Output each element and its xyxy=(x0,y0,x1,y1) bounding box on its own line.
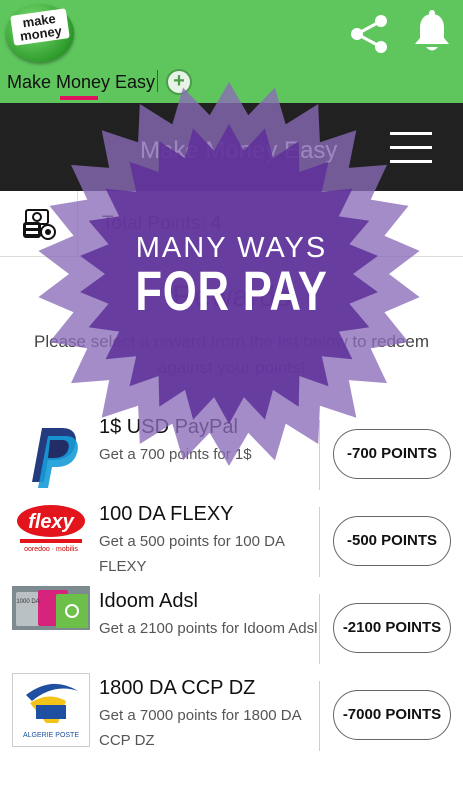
reward-title: 1800 DA CCP DZ xyxy=(99,677,256,699)
redeem-700-points-button[interactable]: -700 POINTS xyxy=(333,429,451,479)
tab-separator xyxy=(157,70,158,92)
app-bar-title: Make Money Easy xyxy=(140,137,338,164)
logo-text: make money xyxy=(10,8,70,46)
reward-item-paypal[interactable]: 1$ USD PayPal Get a 700 points for 1$ -7… xyxy=(0,412,463,498)
top-bar: make money Make Money Easy + xyxy=(0,0,463,103)
total-points-value: 4 xyxy=(210,213,222,234)
tab-indicator xyxy=(60,96,98,100)
reward-subtitle: Get a 2100 points for Idoom Adsl xyxy=(99,620,318,637)
promo-line-2: FOR PAY xyxy=(135,259,328,322)
redeem-2100-points-button[interactable]: -2100 POINTS xyxy=(333,603,451,653)
svg-text:flexy: flexy xyxy=(28,511,74,533)
app-logo: make money xyxy=(6,4,74,62)
reward-title: Idoom Adsl xyxy=(99,590,198,612)
tab-make-money-easy[interactable]: Make Money Easy xyxy=(7,72,155,93)
svg-text:ALGERIE POSTE: ALGERIE POSTE xyxy=(23,732,79,739)
reward-item-ccp-dz[interactable]: ALGERIE POSTE 1800 DA CCP DZ Get a 7000 … xyxy=(0,673,463,759)
reward-title: 100 DA FLEXY xyxy=(99,503,234,525)
idoom-card-image: 1000 DA xyxy=(12,586,90,630)
reward-item-idoom-adsl[interactable]: 1000 DA Idoom Adsl Get a 2100 points for… xyxy=(0,586,463,672)
reward-divider xyxy=(319,681,320,751)
paypal-logo-icon xyxy=(32,428,78,488)
reward-item-flexy[interactable]: flexy ooredoo · mobilis 100 DA FLEXY Get… xyxy=(0,499,463,585)
bell-icon[interactable] xyxy=(412,10,452,54)
algerie-poste-logo-icon: ALGERIE POSTE xyxy=(12,673,90,747)
tab-bar: Make Money Easy + xyxy=(0,66,463,100)
reward-subtitle: Get a 500 points for 100 DA FLEXY xyxy=(99,533,285,575)
reward-subtitle: Get a 7000 points for 1800 DA CCP DZ xyxy=(99,707,301,749)
reward-divider xyxy=(319,420,320,490)
redeem-7000-points-button[interactable]: -7000 POINTS xyxy=(333,690,451,740)
svg-text:ooredoo · mobilis: ooredoo · mobilis xyxy=(24,546,78,553)
add-tab-button[interactable]: + xyxy=(166,69,192,95)
reward-title: 1$ USD PayPal xyxy=(99,416,238,438)
reward-divider xyxy=(319,594,320,664)
reward-subtitle: Get a 700 points for 1$ xyxy=(99,446,252,463)
redeem-500-points-button[interactable]: -500 POINTS xyxy=(333,516,451,566)
reward-divider xyxy=(319,507,320,577)
total-points-label: Total Points: xyxy=(102,213,206,234)
hamburger-menu-icon[interactable] xyxy=(390,132,432,164)
share-icon[interactable] xyxy=(348,12,392,56)
flexy-logo-icon: flexy ooredoo · mobilis xyxy=(17,505,85,553)
svg-text:1000 DA: 1000 DA xyxy=(16,599,39,605)
rewards-description: Please select a reward from the list bel… xyxy=(34,332,429,377)
